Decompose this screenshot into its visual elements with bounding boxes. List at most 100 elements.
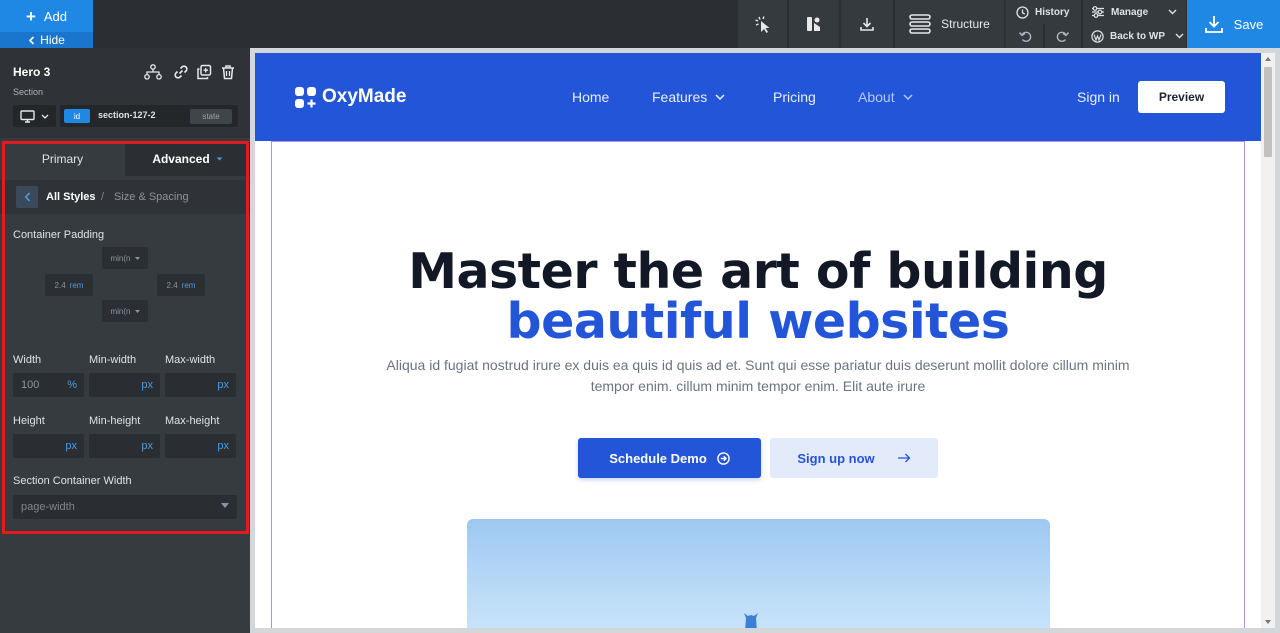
min-width-input[interactable]: px <box>89 373 160 397</box>
chevron-down-icon <box>1168 9 1177 15</box>
schedule-demo-label: Schedule Demo <box>609 450 707 466</box>
breadcrumb-current: Size & Spacing <box>114 191 189 203</box>
link-button[interactable] <box>171 62 191 82</box>
padding-left-unit: rem <box>69 280 84 290</box>
manage-label: Manage <box>1111 6 1149 18</box>
sign-up-label: Sign up now <box>797 450 875 466</box>
breadcrumb-separator: / <box>101 191 105 203</box>
wordpress-icon <box>1091 29 1104 43</box>
width-value: 100 <box>21 379 40 391</box>
import-button[interactable] <box>840 0 893 48</box>
chevron-left-icon <box>24 192 30 202</box>
manage-menu[interactable]: Manage <box>1082 0 1186 24</box>
max-height-label: Max-height <box>165 415 220 427</box>
panel-header: Hero 3 Section id section-127-2 state <box>0 48 250 138</box>
state-button[interactable]: state <box>190 109 232 124</box>
nav-features[interactable]: Features <box>652 89 725 105</box>
site-logo[interactable]: OxyMade <box>295 86 406 108</box>
nav-pricing[interactable]: Pricing <box>773 89 816 105</box>
schedule-demo-button[interactable]: Schedule Demo <box>578 438 761 478</box>
link-icon <box>174 65 188 79</box>
caret-down-icon <box>134 309 140 313</box>
back-to-wp-menu[interactable]: Back to WP <box>1082 24 1186 48</box>
breadcrumb-all-styles[interactable]: All Styles <box>46 191 96 203</box>
nav-home[interactable]: Home <box>572 89 609 105</box>
padding-left-field[interactable]: 2.4 rem <box>45 274 93 296</box>
add-button[interactable]: + Add <box>0 0 93 32</box>
min-height-input[interactable]: px <box>89 434 160 458</box>
trash-icon <box>222 65 234 80</box>
chevron-down-icon <box>1175 33 1184 39</box>
height-label: Height <box>13 415 45 427</box>
chevron-left-icon <box>29 35 35 45</box>
signin-link[interactable]: Sign in <box>1077 89 1120 105</box>
scroll-up-arrow[interactable] <box>1265 57 1271 61</box>
breadcrumb: All Styles / Size & Spacing <box>0 180 250 214</box>
width-label: Width <box>13 354 42 366</box>
container-width-label: Section Container Width <box>13 475 132 487</box>
tab-primary[interactable]: Primary <box>0 142 125 176</box>
width-unit[interactable]: % <box>67 379 77 391</box>
logo-icon <box>295 86 316 108</box>
nav-about[interactable]: About <box>858 89 913 105</box>
max-height-input[interactable]: px <box>165 434 236 458</box>
chevron-down-icon <box>41 114 49 119</box>
select-element-button[interactable] <box>737 0 787 48</box>
canvas-scrollbar[interactable] <box>1261 53 1275 628</box>
device-selector[interactable] <box>13 105 56 127</box>
id-value: section-127-2 <box>98 110 156 120</box>
history-button[interactable]: History <box>1005 0 1081 24</box>
site-preview[interactable]: OxyMade Home Features Pricing About Sign… <box>255 53 1261 628</box>
sign-up-button[interactable]: Sign up now <box>770 438 938 478</box>
desktop-icon <box>20 109 35 123</box>
duplicate-button[interactable] <box>194 62 214 82</box>
height-unit[interactable]: px <box>65 440 77 452</box>
selector-field[interactable]: id section-127-2 state <box>60 105 238 127</box>
redo-button[interactable] <box>1044 24 1081 48</box>
width-input[interactable]: 100 % <box>13 373 84 397</box>
caret-down-icon <box>216 157 223 161</box>
min-width-unit[interactable]: px <box>141 379 153 391</box>
history-label: History <box>1035 6 1070 18</box>
undo-button[interactable] <box>1005 24 1043 48</box>
max-width-unit[interactable]: px <box>217 379 229 391</box>
properties-panel: Hero 3 Section id section-127-2 state Pr… <box>0 48 250 633</box>
max-height-unit[interactable]: px <box>217 440 229 452</box>
top-toolbar: + Add Hide Structure History Manage Back… <box>0 0 1280 48</box>
save-button[interactable]: Save <box>1187 0 1280 48</box>
download-icon <box>860 18 874 31</box>
structure-tree-button[interactable] <box>143 62 163 82</box>
min-height-label: Min-height <box>89 415 141 427</box>
scroll-down-arrow[interactable] <box>1265 620 1271 624</box>
min-width-label: Min-width <box>89 354 137 366</box>
save-label: Save <box>1233 16 1264 32</box>
hierarchy-icon <box>144 64 162 80</box>
element-title: Hero 3 <box>13 65 51 79</box>
back-button[interactable] <box>16 186 38 208</box>
hide-button[interactable]: Hide <box>0 32 93 48</box>
hide-label: Hide <box>40 33 65 47</box>
padding-bottom-field[interactable]: min(n <box>102 300 148 322</box>
preview-button[interactable]: Preview <box>1138 81 1225 113</box>
hero-subtitle: Aliqua id fugiat nostrud irure ex duis e… <box>386 357 1130 394</box>
cursor-click-icon <box>754 16 769 33</box>
undo-icon <box>1018 31 1031 42</box>
min-height-unit[interactable]: px <box>141 440 153 452</box>
container-width-select[interactable]: page-width <box>13 495 237 519</box>
padding-right-unit: rem <box>181 280 196 290</box>
padding-right-field[interactable]: 2.4 rem <box>157 274 205 296</box>
save-download-icon <box>1204 16 1223 33</box>
arrow-right-icon <box>897 453 911 463</box>
structure-button[interactable]: Structure <box>894 0 1004 48</box>
scroll-thumb[interactable] <box>1264 67 1272 157</box>
design-library-button[interactable] <box>788 0 839 48</box>
max-width-input[interactable]: px <box>165 373 236 397</box>
id-badge[interactable]: id <box>64 109 90 123</box>
library-icon <box>807 17 820 31</box>
add-label: Add <box>43 8 68 24</box>
hero-title-line2: beautiful websites <box>506 293 1010 350</box>
height-input[interactable]: px <box>13 434 84 458</box>
tab-advanced[interactable]: Advanced <box>125 142 250 176</box>
padding-top-field[interactable]: min(n <box>102 247 148 269</box>
delete-button[interactable] <box>218 62 238 82</box>
